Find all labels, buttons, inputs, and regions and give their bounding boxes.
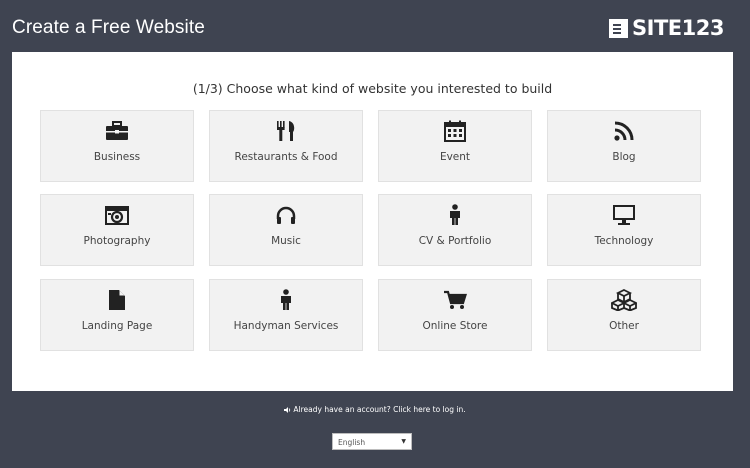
category-label: Music <box>271 235 301 247</box>
category-tile-online-store[interactable]: Online Store <box>378 279 532 351</box>
file-icon <box>41 289 193 311</box>
category-label: Online Store <box>422 320 488 332</box>
camera-icon <box>41 204 193 226</box>
category-label: Photography <box>83 235 151 247</box>
category-label: CV & Portfolio <box>418 235 492 247</box>
step-heading: (1/3) Choose what kind of website you in… <box>192 81 553 96</box>
category-label: Handyman Services <box>233 320 339 332</box>
category-tile-blog[interactable]: Blog <box>547 110 701 182</box>
login-link[interactable]: Already have an account? Click here to l… <box>0 405 750 415</box>
logo-mark-icon <box>609 18 629 38</box>
category-tile-landing-page[interactable]: Landing Page <box>40 279 194 351</box>
category-tile-restaurants-food[interactable]: Restaurants & Food <box>209 110 363 182</box>
chevron-down-icon: ▼ <box>401 438 406 445</box>
category-label: Technology <box>594 235 654 247</box>
header: Create a Free Website SITE123 <box>0 0 750 52</box>
language-select[interactable]: English ▼ <box>332 433 412 450</box>
login-link-text: Already have an account? Click here to l… <box>293 405 466 414</box>
category-tile-technology[interactable]: Technology <box>547 194 701 266</box>
category-label: Landing Page <box>81 320 153 332</box>
headphones-icon <box>210 204 362 226</box>
briefcase-icon <box>41 120 193 142</box>
monitor-icon <box>548 204 700 226</box>
category-tile-cv-portfolio[interactable]: CV & Portfolio <box>378 194 532 266</box>
category-tile-other[interactable]: Other <box>547 279 701 351</box>
category-tile-handyman-services[interactable]: Handyman Services <box>209 279 363 351</box>
cubes-icon <box>548 289 700 311</box>
category-tile-photography[interactable]: Photography <box>40 194 194 266</box>
fork-knife-icon <box>210 120 362 142</box>
speaker-icon <box>284 406 291 415</box>
shopping-cart-icon <box>379 289 531 311</box>
calendar-icon <box>379 120 531 142</box>
category-label: Blog <box>612 151 636 163</box>
page-title: Create a Free Website <box>12 17 205 38</box>
rss-icon <box>548 120 700 142</box>
category-tile-business[interactable]: Business <box>40 110 194 182</box>
category-panel: (1/3) Choose what kind of website you in… <box>12 52 733 391</box>
site123-logo[interactable]: SITE123 <box>609 16 724 40</box>
language-value: English <box>338 438 366 447</box>
category-tile-event[interactable]: Event <box>378 110 532 182</box>
category-label: Event <box>439 151 471 163</box>
logo-text: SITE123 <box>632 16 724 40</box>
person-icon <box>210 289 362 311</box>
person-icon <box>379 204 531 226</box>
category-label: Other <box>609 320 639 332</box>
category-tile-music[interactable]: Music <box>209 194 363 266</box>
category-label: Business <box>93 151 141 163</box>
category-label: Restaurants & Food <box>234 151 338 163</box>
